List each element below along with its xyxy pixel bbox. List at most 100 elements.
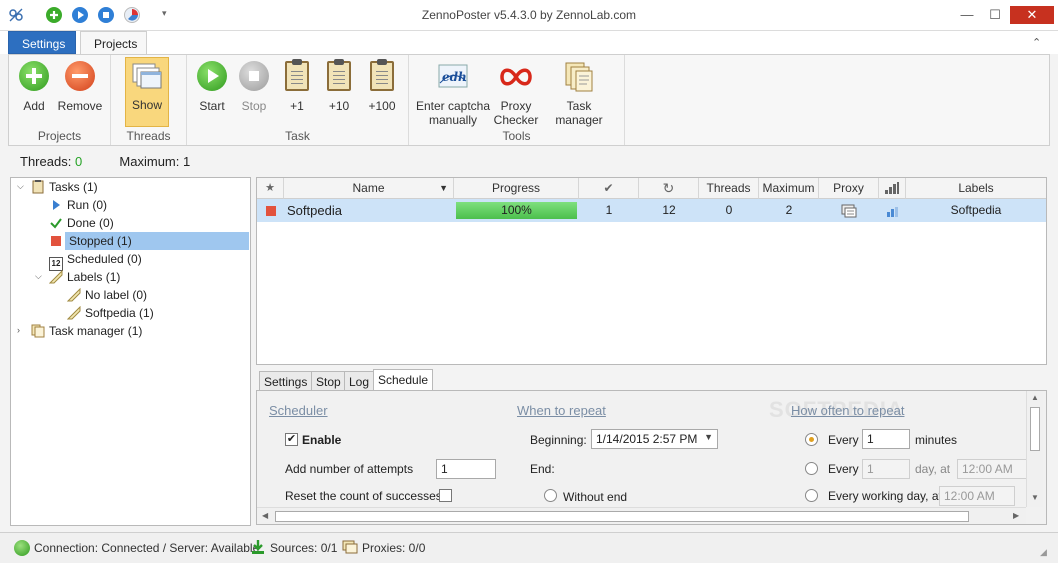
labels-expander-icon[interactable]: ⌵ xyxy=(35,271,42,282)
checkmark-icon xyxy=(49,216,63,230)
column-header-maximum[interactable]: Maximum xyxy=(759,178,819,199)
column-header-threads[interactable]: Threads xyxy=(699,178,759,199)
stop-button[interactable]: Stop xyxy=(235,59,273,113)
column-header-repeat[interactable]: ↻ xyxy=(639,178,699,199)
tree-item-labels[interactable]: Labels (1) xyxy=(48,268,120,286)
every-minutes-radio[interactable] xyxy=(805,433,818,446)
beginning-datetime-picker[interactable]: 1/14/2015 2:57 PM ▼ xyxy=(591,429,718,449)
scroll-thumb[interactable] xyxy=(1030,407,1040,451)
task-manager-expander-icon[interactable]: › xyxy=(17,325,20,335)
sources-status: Sources: 0/1 xyxy=(270,541,338,555)
day-at-time-value: 12:00 AM xyxy=(962,462,1013,476)
reset-successes-checkbox[interactable] xyxy=(439,489,452,502)
tab-settings[interactable]: Settings xyxy=(8,31,76,54)
chevron-down-icon[interactable]: ▼ xyxy=(704,432,713,442)
when-to-repeat-heading: When to repeat xyxy=(517,403,606,418)
subtab-stop[interactable]: Stop xyxy=(311,371,346,391)
show-threads-label: Show xyxy=(131,98,163,112)
tree-item-no-label[interactable]: No label (0) xyxy=(66,286,147,304)
row-signal xyxy=(879,199,906,222)
scroll-left-icon[interactable]: ◀ xyxy=(262,511,268,520)
tree-item-task-manager[interactable]: Task manager (1) xyxy=(31,322,142,340)
scroll-right-icon[interactable]: ▶ xyxy=(1013,511,1019,520)
tree-item-scheduled[interactable]: 12 Scheduled (0) xyxy=(49,250,142,271)
tree-label: Stopped (1) xyxy=(65,232,249,250)
scroll-down-icon[interactable]: ▼ xyxy=(1031,493,1039,502)
column-header-proxy[interactable]: Proxy xyxy=(819,178,879,199)
tree-item-tasks[interactable]: Tasks (1) xyxy=(31,178,98,196)
label-icon xyxy=(66,287,81,302)
every-minutes-input[interactable]: 1 xyxy=(862,429,910,449)
row-maximum: 2 xyxy=(785,203,793,217)
enable-checkbox[interactable]: ✔ xyxy=(285,433,298,446)
add-100-tasks-button[interactable]: +100 xyxy=(363,59,401,113)
start-button-label: Start xyxy=(199,99,225,113)
every-day-input[interactable]: 1 xyxy=(862,459,910,479)
start-button[interactable]: Start xyxy=(193,59,231,113)
subtab-schedule[interactable]: Schedule xyxy=(373,369,434,391)
every-day-label: Every xyxy=(828,462,859,476)
threads-value: 0 xyxy=(74,154,83,169)
resize-grip-icon[interactable]: ◢ xyxy=(1040,547,1047,558)
tree-label: Softpedia (1) xyxy=(85,306,154,320)
column-header-signal[interactable] xyxy=(879,178,906,199)
download-icon xyxy=(250,539,266,558)
ribbon-tabs: Settings Projects ⌃ xyxy=(0,31,1058,55)
show-threads-icon xyxy=(131,60,163,92)
every-day-radio[interactable] xyxy=(805,462,818,475)
day-at-time-input[interactable]: 12:00 AM xyxy=(957,459,1029,479)
how-often-heading: How often to repeat xyxy=(791,403,905,418)
collapse-ribbon-icon[interactable]: ⌃ xyxy=(1032,36,1041,49)
column-header-done[interactable]: ✔ xyxy=(579,178,639,199)
working-day-label: Every working day, at xyxy=(828,489,942,503)
status-bar: Connection: Connected / Server: Availabl… xyxy=(0,532,1058,563)
tree-item-softpedia[interactable]: Softpedia (1) xyxy=(66,304,154,322)
task-manager-button[interactable]: Task manager xyxy=(543,59,615,127)
tree-item-done[interactable]: Done (0) xyxy=(49,214,114,232)
maximize-button[interactable]: ☐ xyxy=(980,6,1010,24)
row-threads: 0 xyxy=(725,203,733,217)
enter-captcha-button[interactable]: edh Enter captcha manually xyxy=(415,59,491,127)
working-day-time-input[interactable]: 12:00 AM xyxy=(939,486,1015,506)
add-button-label: Add xyxy=(23,99,45,113)
column-header-name[interactable]: Name ▼ xyxy=(284,178,454,199)
working-day-time-value: 12:00 AM xyxy=(944,489,995,503)
subtab-settings[interactable]: Settings xyxy=(259,371,313,391)
svg-text:edh: edh xyxy=(442,70,467,84)
close-button[interactable]: ✕ xyxy=(1010,6,1054,24)
proxy-checker-button[interactable]: Proxy Checker xyxy=(493,59,539,127)
tree-item-stopped[interactable]: Stopped (1) xyxy=(49,232,251,250)
add-attempts-input[interactable]: 1 xyxy=(436,459,496,479)
schedule-panel: SOFTPEDIA Scheduler When to repeat How o… xyxy=(256,390,1047,525)
remove-button[interactable]: Remove xyxy=(57,59,103,113)
add-100-label: +100 xyxy=(368,99,396,113)
column-header-labels[interactable]: Labels xyxy=(906,178,1046,199)
column-header-progress[interactable]: Progress xyxy=(454,178,579,199)
minimize-button[interactable]: — xyxy=(952,6,982,24)
add-icon xyxy=(19,61,49,91)
sort-dropdown-icon[interactable]: ▼ xyxy=(439,178,448,198)
window-title: ZennoPoster v5.4.3.0 by ZennoLab.com xyxy=(421,8,637,22)
threads-label: Threads: xyxy=(20,154,72,169)
progress-text: 100% xyxy=(501,203,532,217)
add-button[interactable]: Add xyxy=(15,59,53,113)
tree-item-run[interactable]: Run (0) xyxy=(49,196,107,214)
tasks-expander-icon[interactable]: ⌵ xyxy=(17,181,24,192)
show-threads-button[interactable]: Show xyxy=(125,57,169,127)
tree-label: Scheduled (0) xyxy=(67,252,142,266)
add-1-task-button[interactable]: +1 xyxy=(279,59,315,113)
vertical-scrollbar[interactable]: ▲ ▼ xyxy=(1026,391,1043,507)
tab-projects[interactable]: Projects xyxy=(80,31,147,55)
clipboard-icon xyxy=(370,59,394,91)
table-row[interactable]: Softpedia 100% 1 12 0 2 Softpedia xyxy=(257,199,1046,222)
without-end-radio[interactable] xyxy=(544,489,557,502)
working-day-radio[interactable] xyxy=(805,489,818,502)
scroll-up-icon[interactable]: ▲ xyxy=(1031,393,1039,402)
label-icon xyxy=(66,305,81,320)
h-scroll-thumb[interactable] xyxy=(275,511,969,522)
subtab-log[interactable]: Log xyxy=(344,371,375,391)
end-label: End: xyxy=(530,462,555,476)
horizontal-scrollbar[interactable]: ◀ ▶ xyxy=(257,507,1026,524)
add-10-tasks-button[interactable]: +10 xyxy=(321,59,357,113)
column-header-star[interactable]: ★ xyxy=(257,178,284,199)
